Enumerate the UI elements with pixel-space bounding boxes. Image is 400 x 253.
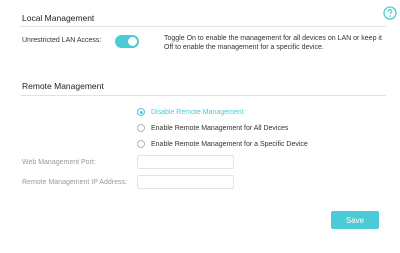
radio-enable-specific-device[interactable]: Enable Remote Management for a Specific … xyxy=(137,139,308,149)
radio-disable-remote[interactable]: Disable Remote Management xyxy=(137,107,244,117)
local-management-divider xyxy=(20,26,386,27)
local-management-title: Local Management xyxy=(22,13,95,23)
radio-button[interactable] xyxy=(137,124,145,132)
save-button[interactable]: Save xyxy=(331,211,379,229)
remote-management-title: Remote Management xyxy=(22,81,104,91)
web-management-port-label: Web Management Port: xyxy=(22,159,96,166)
remote-management-ip-label: Remote Management IP Address: xyxy=(22,179,127,186)
unrestricted-lan-toggle[interactable] xyxy=(115,35,139,48)
unrestricted-lan-label: Unrestricted LAN Access: xyxy=(22,37,102,44)
toggle-knob xyxy=(128,37,137,46)
radio-enable-all-label: Enable Remote Management for All Devices xyxy=(151,124,289,132)
remote-management-page: Local Management Unrestricted LAN Access… xyxy=(0,0,400,253)
remote-management-divider xyxy=(20,95,386,96)
radio-enable-specific-label: Enable Remote Management for a Specific … xyxy=(151,140,308,148)
radio-disable-remote-label: Disable Remote Management xyxy=(151,108,244,116)
help-icon[interactable] xyxy=(383,6,397,20)
remote-management-ip-input[interactable] xyxy=(137,175,234,189)
radio-enable-all-devices[interactable]: Enable Remote Management for All Devices xyxy=(137,123,288,133)
unrestricted-lan-description: Toggle On to enable the management for a… xyxy=(164,35,382,51)
web-management-port-input[interactable] xyxy=(137,155,234,169)
radio-button[interactable] xyxy=(137,140,145,148)
radio-button-selected[interactable] xyxy=(137,108,145,116)
